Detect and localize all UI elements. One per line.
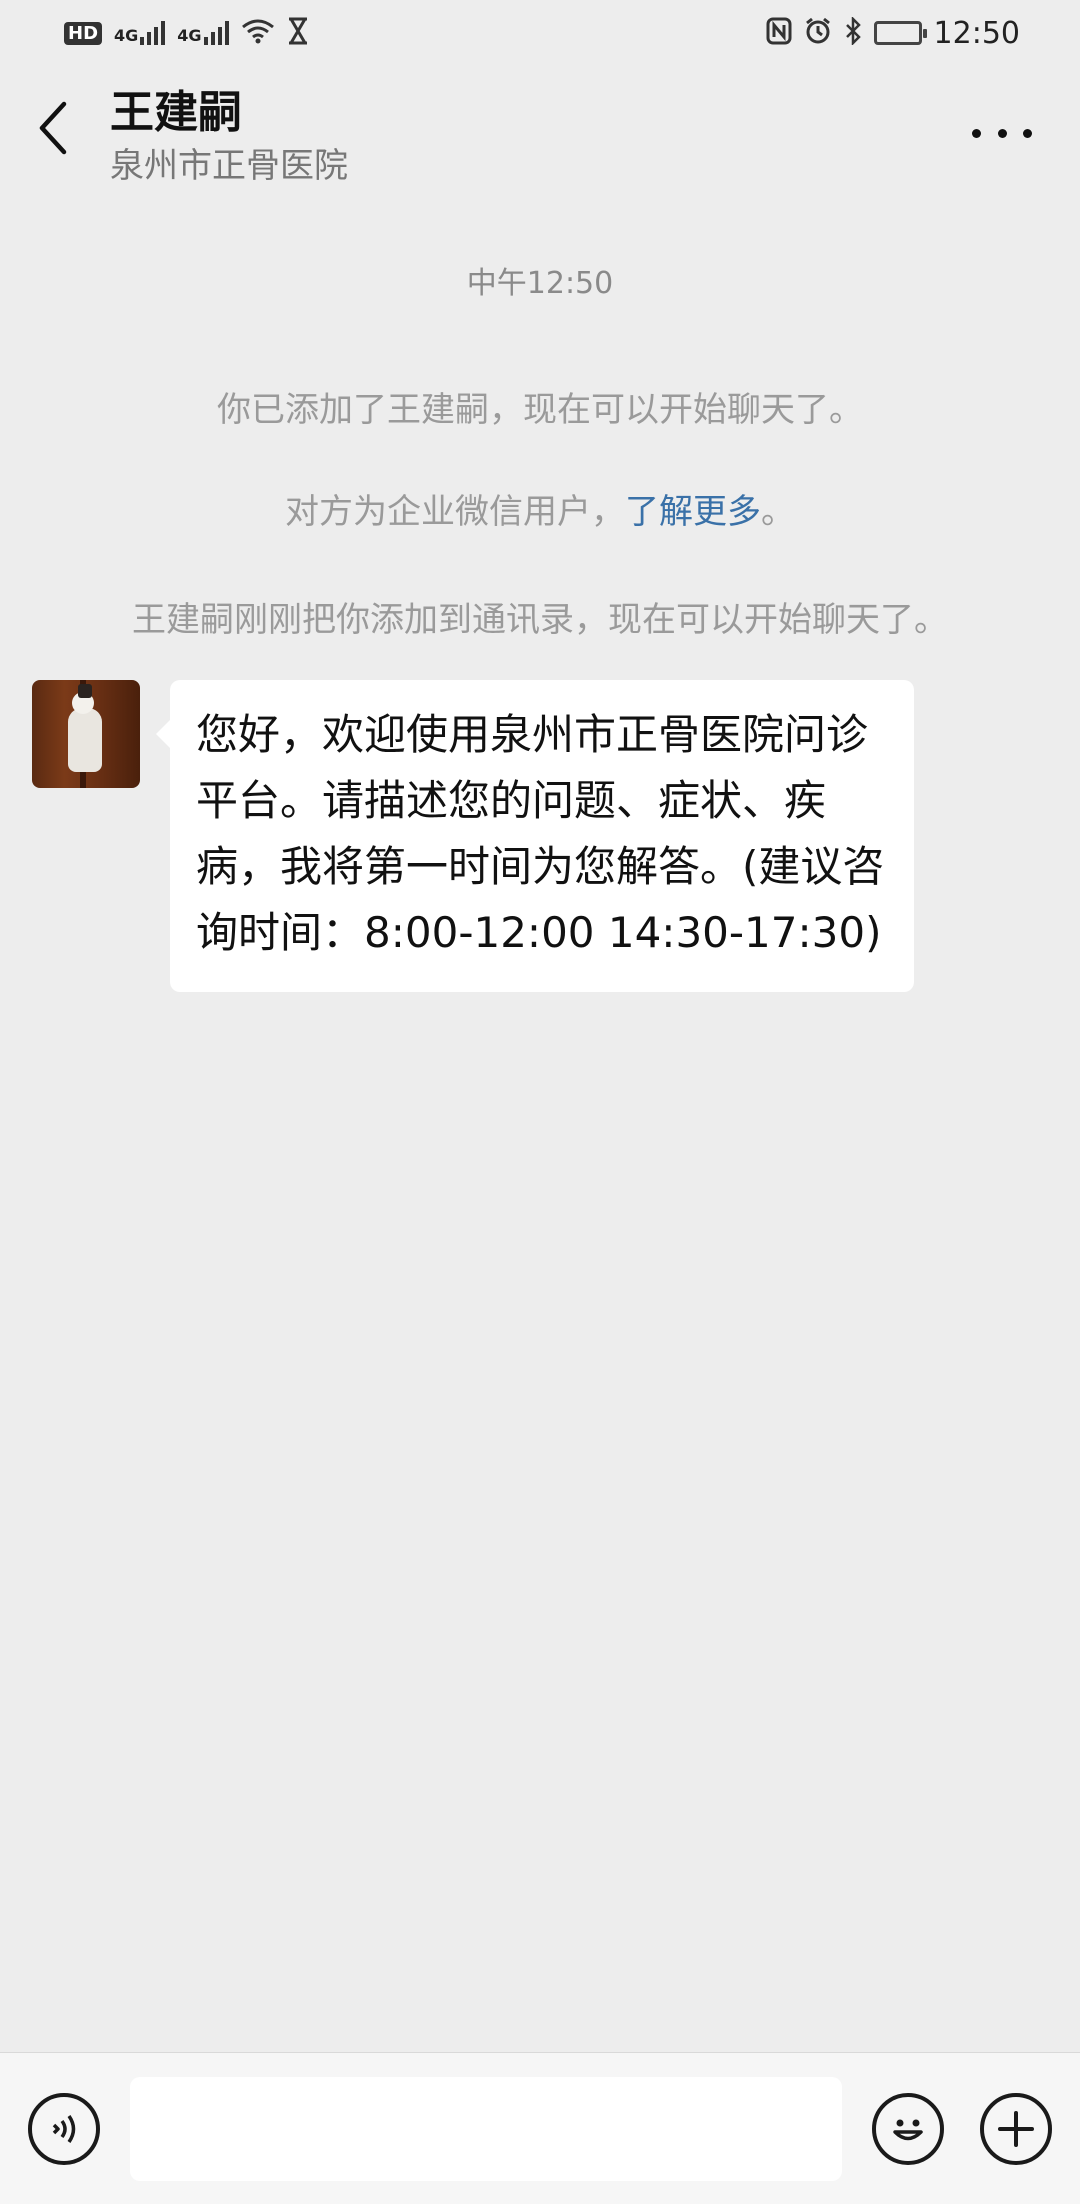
hd-icon: HD — [64, 21, 103, 45]
input-bar — [0, 2052, 1080, 2204]
alarm-icon — [804, 17, 832, 49]
wifi-icon — [241, 18, 275, 48]
status-left: HD 4G 4G — [64, 17, 309, 49]
network-type-1: 4G — [114, 26, 139, 45]
contact-name: 王建嗣 — [110, 87, 242, 138]
voice-icon — [52, 2115, 76, 2143]
chat-screen: HD 4G 4G 12:50 王建嗣 泉州市正骨医院 中午12:50 你已添加了… — [0, 0, 1080, 2204]
system-message-contact-added: 王建嗣刚刚把你添加到通讯录，现在可以开始聊天了。 — [132, 600, 948, 640]
system-message-enterprise-suffix: 。 — [761, 492, 795, 532]
voice-button[interactable] — [28, 2093, 100, 2165]
plus-button[interactable] — [980, 2093, 1052, 2165]
nfc-icon — [766, 17, 792, 49]
chevron-left-icon — [39, 101, 67, 155]
emoji-button[interactable] — [872, 2093, 944, 2165]
system-message-enterprise-text: 对方为企业微信用户， — [285, 492, 625, 532]
plus-icon — [998, 2111, 1034, 2147]
bluetooth-icon — [844, 15, 862, 49]
clock: 12:50 — [933, 15, 1020, 51]
back-button[interactable] — [28, 98, 78, 158]
signal-icon-1: 4G — [114, 21, 166, 45]
message-bubble[interactable]: 您好，欢迎使用泉州市正骨医院问诊平台。请描述您的问题、症状、疾病，我将第一时间为… — [156, 680, 914, 992]
system-message-added: 你已添加了王建嗣，现在可以开始聊天了。 — [217, 390, 863, 430]
more-icon — [972, 128, 1032, 138]
emoji-icon — [893, 2119, 923, 2141]
more-button[interactable] — [972, 118, 1032, 148]
hourglass-icon — [287, 17, 309, 49]
contact-organization: 泉州市正骨医院 — [110, 146, 348, 186]
avatar[interactable] — [32, 680, 140, 788]
status-bar: HD 4G 4G 12:50 — [0, 0, 1080, 66]
network-type-2: 4G — [177, 26, 202, 45]
signal-icon-2: 4G — [177, 21, 229, 45]
status-right: 12:50 — [766, 16, 1020, 51]
message-input[interactable] — [130, 2077, 842, 2181]
battery-icon — [873, 21, 927, 45]
system-message-enterprise: 对方为企业微信用户，了解更多。 — [0, 484, 1080, 533]
learn-more-link[interactable]: 了解更多 — [625, 492, 761, 532]
chat-header: 王建嗣 泉州市正骨医院 — [0, 66, 1080, 196]
message-timestamp: 中午12:50 — [466, 266, 614, 301]
